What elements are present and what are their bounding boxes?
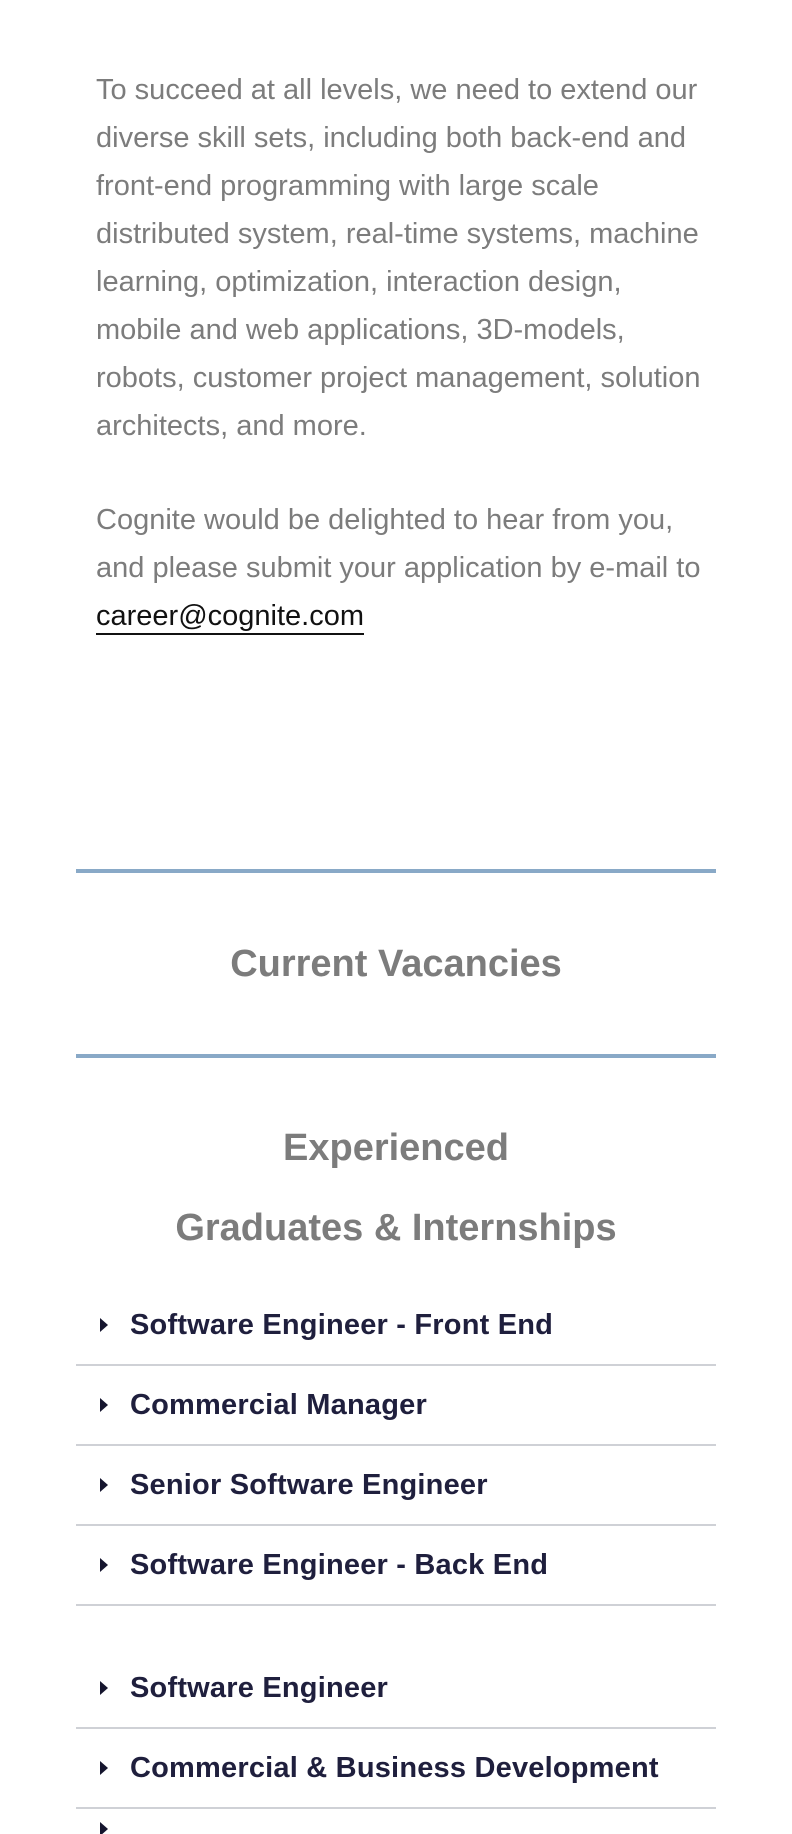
section-divider-top bbox=[76, 869, 716, 873]
caret-right-icon bbox=[100, 1558, 108, 1572]
job-title: Senior Software Engineer bbox=[130, 1468, 488, 1501]
caret-right-icon bbox=[100, 1822, 108, 1834]
job-title: Commercial Manager bbox=[130, 1388, 427, 1421]
caret-right-icon bbox=[100, 1681, 108, 1695]
experienced-heading: Experienced bbox=[283, 1127, 509, 1169]
job-item-software-engineer-back-end[interactable]: Software Engineer - Back End bbox=[76, 1526, 716, 1606]
caret-right-icon bbox=[100, 1761, 108, 1775]
experienced-job-list: Software Engineer - Front End Commercial… bbox=[76, 1286, 716, 1606]
graduate-job-list: Software Engineer Commercial & Business … bbox=[76, 1649, 716, 1809]
job-item-commercial-manager[interactable]: Commercial Manager bbox=[76, 1366, 716, 1446]
graduates-internships-heading: Graduates & Internships bbox=[175, 1207, 617, 1249]
job-title: Software Engineer bbox=[130, 1671, 389, 1704]
career-email-link[interactable]: career@cognite.com bbox=[96, 600, 364, 635]
job-title-cutoff bbox=[130, 1822, 138, 1834]
job-title: Commercial & Business Development bbox=[130, 1751, 659, 1784]
job-item-software-engineer[interactable]: Software Engineer bbox=[76, 1649, 716, 1729]
job-item-partially-visible[interactable] bbox=[76, 1812, 716, 1834]
section-divider-bottom bbox=[76, 1054, 716, 1058]
intro-paragraph: To succeed at all levels, we need to ext… bbox=[96, 74, 701, 442]
apply-text: Cognite would be delighted to hear from … bbox=[96, 504, 701, 584]
job-item-senior-software-engineer[interactable]: Senior Software Engineer bbox=[76, 1446, 716, 1526]
caret-right-icon bbox=[100, 1398, 108, 1412]
job-item-cutoff bbox=[76, 1812, 716, 1834]
careers-intro: To succeed at all levels, we need to ext… bbox=[96, 66, 706, 640]
apply-paragraph: Cognite would be delighted to hear from … bbox=[96, 496, 706, 640]
job-item-commercial-business-development[interactable]: Commercial & Business Development bbox=[76, 1729, 716, 1809]
job-item-software-engineer-front-end[interactable]: Software Engineer - Front End bbox=[76, 1286, 716, 1366]
job-title: Software Engineer - Back End bbox=[130, 1548, 549, 1581]
current-vacancies-heading: Current Vacancies bbox=[230, 943, 562, 985]
caret-right-icon bbox=[100, 1478, 108, 1492]
job-title: Software Engineer - Front End bbox=[130, 1308, 554, 1341]
caret-right-icon bbox=[100, 1318, 108, 1332]
